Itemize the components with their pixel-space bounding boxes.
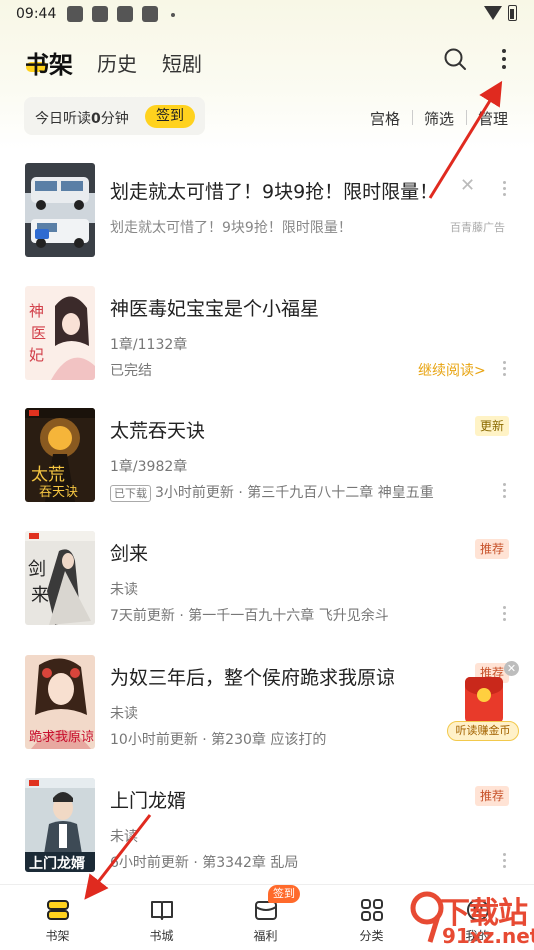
more-options-icon[interactable] (497, 481, 513, 501)
svg-text:妃: 妃 (29, 346, 44, 364)
book-cover: 跪求我原谅 (25, 655, 95, 749)
book-item[interactable]: 剑 来 推荐 剑来 未读 7天前更新 · 第一千一百九十六章 飞升见余斗 (0, 531, 534, 655)
tab-short-drama[interactable]: 短剧 (162, 48, 202, 77)
nav-label: 书架 (45, 929, 70, 943)
ad-label: 百青藤广告 (450, 221, 505, 234)
tab-bookshelf[interactable]: 书架 (25, 45, 73, 80)
watermark: 下载站 91xz.net (410, 884, 534, 950)
more-options-icon[interactable] (497, 359, 513, 379)
nav-category[interactable]: 分类 (318, 885, 425, 950)
book-progress: 未读 (110, 706, 138, 722)
update-badge: 更新 (475, 416, 510, 436)
book-cover: 太荒 吞天诀 (25, 408, 95, 502)
book-title: 太荒吞天诀 (110, 420, 206, 442)
nav-bookshelf[interactable]: 书架 (4, 885, 111, 950)
manage-button[interactable]: 管理 (478, 108, 508, 129)
book-progress: 未读 (110, 829, 138, 845)
svg-text:吞天诀: 吞天诀 (39, 485, 78, 500)
nav-label: 福利 (253, 929, 278, 943)
signin-badge: 签到 (268, 885, 300, 903)
status-time: 09:44 (16, 6, 57, 22)
book-update-info: 10小时前更新 · 第230章 应该打的 (110, 732, 327, 748)
tab-history[interactable]: 历史 (97, 48, 137, 77)
ad-subtitle: 划走就太可惜了！9块9抢！限时限量！ (110, 220, 352, 236)
book-cover: 神 医 妃 (25, 286, 95, 380)
more-menu-icon[interactable] (492, 47, 516, 71)
book-title: 神医毒妃宝宝是个小福星 (110, 298, 320, 320)
ad-title: 划走就太可惜了！9块9抢！限时限量！ (110, 181, 439, 203)
listen-earn-coins-widget[interactable]: 听读赚金币 ✕ (447, 661, 519, 743)
signin-button[interactable]: 签到 (145, 105, 195, 128)
divider (466, 110, 467, 125)
grid-view-button[interactable]: 宫格 (370, 108, 400, 129)
svg-text:太荒: 太荒 (31, 465, 65, 485)
svg-text:剑: 剑 (28, 559, 46, 580)
battery-icon (508, 5, 517, 21)
notification-icon (142, 6, 158, 22)
book-title: 剑来 (110, 543, 149, 565)
book-item[interactable]: 太荒 吞天诀 更新 太荒吞天诀 1章/3982章 已下载 3小时前更新 · 第三千… (0, 408, 534, 532)
wifi-icon (484, 6, 502, 20)
book-cover: 上门龙婿 (25, 778, 95, 872)
listen-earn-label: 听读赚金币 (447, 721, 519, 741)
book-cover: 剑 来 (25, 531, 95, 625)
svg-text:上门龙婿: 上门龙婿 (29, 855, 86, 872)
svg-text:神: 神 (29, 302, 44, 320)
more-options-icon[interactable] (497, 851, 513, 871)
book-progress: 1章/1132章 (110, 337, 188, 353)
book-open-icon (151, 901, 173, 920)
book-update-info: 6小时前更新 · 第3342章 乱局 (110, 855, 299, 871)
ad-row[interactable]: 划走就太可惜了！9块9抢！限时限量！ 划走就太可惜了！9块9抢！限时限量！ ✕ … (0, 163, 534, 287)
divider (412, 110, 413, 125)
book-title: 上门龙婿 (110, 790, 187, 812)
downloaded-tag: 已下载 (110, 485, 151, 502)
book-update-info: 7天前更新 · 第一千一百九十六章 飞升见余斗 (110, 608, 389, 624)
watermark-url: 91xz.net (442, 924, 534, 948)
nav-label: 分类 (359, 929, 384, 943)
notification-icon (67, 6, 83, 22)
grid-icon (361, 899, 383, 921)
more-options-icon[interactable] (497, 179, 513, 199)
nav-bookstore[interactable]: 书城 (108, 885, 215, 950)
book-progress: 未读 (110, 582, 138, 598)
book-progress: 1章/3982章 (110, 459, 188, 475)
svg-text:跪求我原谅: 跪求我原谅 (29, 730, 94, 745)
more-options-icon[interactable] (497, 604, 513, 624)
close-icon[interactable]: ✕ (504, 661, 519, 676)
status-bar: 09:44 (0, 0, 534, 30)
coin-icon (477, 688, 491, 702)
bookshelf-icon (47, 900, 69, 920)
listen-time-pill[interactable]: 今日听读0分钟 签到 (24, 97, 205, 135)
recommended-badge: 推荐 (475, 539, 510, 559)
book-title: 为奴三年后，整个侯府跪求我原谅 (110, 667, 396, 689)
nav-welfare[interactable]: 签到 福利 (212, 885, 319, 950)
notification-icon (117, 6, 133, 22)
notification-icon (92, 6, 108, 22)
svg-text:来: 来 (31, 585, 49, 606)
continue-reading-link[interactable]: 继续阅读> (418, 360, 486, 380)
book-item[interactable]: 神 医 妃 神医毒妃宝宝是个小福星 1章/1132章 已完结 继续阅读> (0, 286, 534, 410)
search-icon[interactable] (443, 47, 467, 71)
filter-button[interactable]: 筛选 (424, 108, 454, 129)
watermark-logo-icon (410, 891, 444, 943)
close-icon[interactable]: ✕ (460, 175, 475, 196)
listen-time-text: 今日听读0分钟 (35, 111, 129, 127)
book-update-info: 已下载 3小时前更新 · 第三千九百八十二章 神皇五重 (110, 482, 434, 502)
recommended-badge: 推荐 (475, 786, 510, 806)
more-notifications-icon (171, 13, 175, 17)
ad-image (25, 163, 95, 257)
nav-label: 书城 (149, 929, 174, 943)
svg-text:医: 医 (31, 324, 46, 342)
book-status: 已完结 (110, 363, 152, 379)
